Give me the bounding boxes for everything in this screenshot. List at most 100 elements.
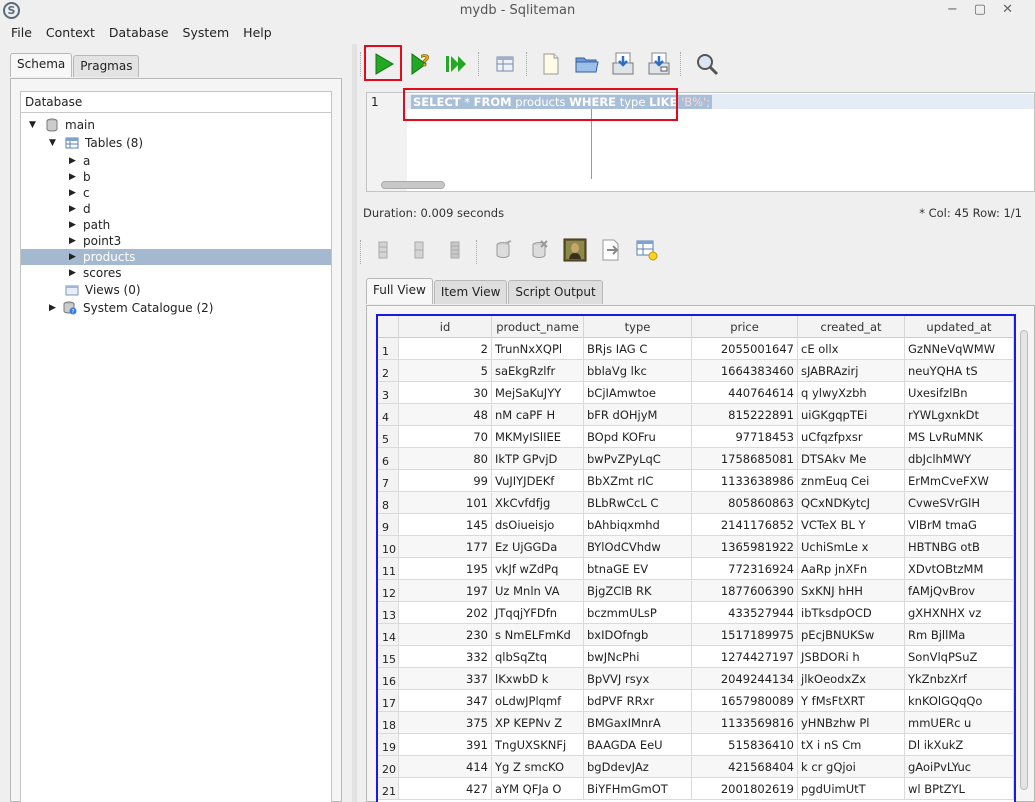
cell-type[interactable]: BYlOdCVhdw bbox=[584, 536, 692, 558]
row-number-header[interactable] bbox=[378, 316, 399, 338]
cell-created-at[interactable]: UchiSmLe x bbox=[798, 536, 905, 558]
cell-type[interactable]: bczmmULsP bbox=[584, 602, 692, 624]
cell-product-name[interactable]: Uz Mnln VA bbox=[492, 580, 584, 602]
save-file-button[interactable] bbox=[606, 48, 640, 80]
cell-type[interactable]: bgDdevJAz bbox=[584, 756, 692, 778]
cell-id[interactable]: 414 bbox=[399, 756, 492, 778]
explain-button[interactable]: ? bbox=[404, 48, 438, 80]
cell-created-at[interactable]: VCTeX BL Y bbox=[798, 514, 905, 536]
table-row[interactable]: 16 337 lKxwbD k BpVVJ rsyx 2049244134 jlkOeod… bbox=[378, 668, 1014, 690]
cell-id[interactable]: 48 bbox=[399, 404, 492, 426]
cell-product-name[interactable]: Yg Z smcKO bbox=[492, 756, 584, 778]
cell-id[interactable]: 70 bbox=[399, 426, 492, 448]
collapsed-arrow-icon[interactable]: ▶ bbox=[69, 217, 76, 233]
scrollbar-thumb[interactable] bbox=[1020, 330, 1028, 790]
create-table-button[interactable] bbox=[632, 235, 662, 265]
tree-item-table-b[interactable]: ▶ b bbox=[21, 169, 331, 185]
tab-script-output[interactable]: Script Output bbox=[508, 280, 603, 304]
cell-type[interactable]: bxIDOfngb bbox=[584, 624, 692, 646]
cell-product-name[interactable]: qlbSqZtq bbox=[492, 646, 584, 668]
tree-item-table-a[interactable]: ▶ a bbox=[21, 153, 331, 169]
export-button[interactable] bbox=[596, 235, 626, 265]
cell-product-name[interactable]: s NmELFmKd bbox=[492, 624, 584, 646]
row-number[interactable]: 3 bbox=[378, 382, 399, 404]
tree-item-tables[interactable]: ▼ Tables (8) bbox=[21, 135, 331, 151]
cell-created-at[interactable]: DTSAkv Me bbox=[798, 448, 905, 470]
cell-type[interactable]: BLbRwCcL C bbox=[584, 492, 692, 514]
cell-created-at[interactable]: q ylwyXzbh bbox=[798, 382, 905, 404]
collapsed-arrow-icon[interactable]: ▶ bbox=[69, 201, 76, 217]
collapsed-arrow-icon[interactable]: ▶ bbox=[69, 233, 76, 249]
cell-product-name[interactable]: XP KEPNv Z bbox=[492, 712, 584, 734]
cell-updated-at[interactable]: rYWLgxnkDt bbox=[905, 404, 1014, 426]
cell-id[interactable]: 230 bbox=[399, 624, 492, 646]
table-row[interactable]: 19 391 TngUXSKNFj BAAGDA EeU 515836410 tX i n… bbox=[378, 734, 1014, 756]
tab-item-view[interactable]: Item View bbox=[433, 280, 508, 304]
cell-id[interactable]: 177 bbox=[399, 536, 492, 558]
cell-updated-at[interactable]: gXHXNHX vz bbox=[905, 602, 1014, 624]
cell-id[interactable]: 427 bbox=[399, 778, 492, 800]
cell-updated-at[interactable]: CvweSVrGlH bbox=[905, 492, 1014, 514]
cell-id[interactable]: 101 bbox=[399, 492, 492, 514]
cell-price[interactable]: 772316924 bbox=[692, 558, 798, 580]
minimize-button[interactable]: − bbox=[947, 2, 974, 17]
row-number[interactable]: 15 bbox=[378, 646, 399, 668]
table-row[interactable]: 18 375 XP KEPNv Z BMGaxIMnrA 1133569816 yHNBz… bbox=[378, 712, 1014, 734]
tree-item-system-catalogue[interactable]: ▶ ? System Catalogue (2) bbox=[21, 300, 331, 316]
search-button[interactable] bbox=[690, 48, 724, 80]
cell-id[interactable]: 337 bbox=[399, 668, 492, 690]
cell-price[interactable]: 515836410 bbox=[692, 734, 798, 756]
cell-id[interactable]: 99 bbox=[399, 470, 492, 492]
cell-product-name[interactable]: VuJIYJDEKf bbox=[492, 470, 584, 492]
cell-type[interactable]: BMGaxIMnrA bbox=[584, 712, 692, 734]
table-row[interactable]: 17 347 oLdwJPlqmf bdPVF RRxr 1657980089 Y fMs… bbox=[378, 690, 1014, 712]
row-number[interactable]: 5 bbox=[378, 426, 399, 448]
grid-vertical-scrollbar[interactable] bbox=[1018, 316, 1030, 802]
cell-price[interactable]: 815222891 bbox=[692, 404, 798, 426]
cell-product-name[interactable]: oLdwJPlqmf bbox=[492, 690, 584, 712]
row-number[interactable]: 11 bbox=[378, 558, 399, 580]
maximize-button[interactable]: ▢ bbox=[974, 2, 1002, 17]
cell-updated-at[interactable]: UxesifzlBn bbox=[905, 382, 1014, 404]
cell-type[interactable]: BRjs IAG C bbox=[584, 338, 692, 360]
toolbar-handle[interactable] bbox=[360, 240, 362, 264]
cell-product-name[interactable]: saEkgRzlfr bbox=[492, 360, 584, 382]
cell-id[interactable]: 332 bbox=[399, 646, 492, 668]
cell-updated-at[interactable]: SonVlqPSuZ bbox=[905, 646, 1014, 668]
cell-type[interactable]: bblaVg lkc bbox=[584, 360, 692, 382]
commit-button[interactable] bbox=[488, 235, 518, 265]
row-number[interactable]: 20 bbox=[378, 756, 399, 778]
cell-id[interactable]: 145 bbox=[399, 514, 492, 536]
cell-price[interactable]: 2001802619 bbox=[692, 778, 798, 800]
cell-type[interactable]: BbXZmt rIC bbox=[584, 470, 692, 492]
tree-header[interactable]: Database bbox=[21, 92, 331, 113]
table-row[interactable]: 12 197 Uz Mnln VA BjgZClB RK 1877606390 SxKNJ… bbox=[378, 580, 1014, 602]
cell-price[interactable]: 1664383460 bbox=[692, 360, 798, 382]
cell-updated-at[interactable]: wl BPtZYL bbox=[905, 778, 1014, 800]
cell-updated-at[interactable]: HBTNBG otB bbox=[905, 536, 1014, 558]
cell-id[interactable]: 195 bbox=[399, 558, 492, 580]
row-number[interactable]: 6 bbox=[378, 448, 399, 470]
scrollbar-thumb[interactable] bbox=[381, 181, 445, 189]
cell-id[interactable]: 375 bbox=[399, 712, 492, 734]
cell-price[interactable]: 421568404 bbox=[692, 756, 798, 778]
cell-updated-at[interactable]: fAMjQvBrov bbox=[905, 580, 1014, 602]
collapsed-arrow-icon[interactable]: ▶ bbox=[69, 153, 76, 169]
cell-created-at[interactable]: jlkOeodxZx bbox=[798, 668, 905, 690]
cell-product-name[interactable]: TrunNxXQPl bbox=[492, 338, 584, 360]
cell-price[interactable]: 1657980089 bbox=[692, 690, 798, 712]
row-number[interactable]: 18 bbox=[378, 712, 399, 734]
row-number[interactable]: 12 bbox=[378, 580, 399, 602]
cell-updated-at[interactable]: VlBrM tmaG bbox=[905, 514, 1014, 536]
cell-created-at[interactable]: cE ollx bbox=[798, 338, 905, 360]
rollback-button[interactable] bbox=[524, 235, 554, 265]
column-header-price[interactable]: price bbox=[692, 316, 798, 338]
cell-type[interactable]: bwJNcPhi bbox=[584, 646, 692, 668]
cell-price[interactable]: 1758685081 bbox=[692, 448, 798, 470]
expanded-arrow-icon[interactable]: ▼ bbox=[49, 135, 56, 151]
cell-product-name[interactable]: MejSaKuJYY bbox=[492, 382, 584, 404]
tab-pragmas[interactable]: Pragmas bbox=[73, 55, 140, 77]
row-number[interactable]: 9 bbox=[378, 514, 399, 536]
table-row[interactable]: 13 202 JTqqjYFDfn bczmmULsP 433527944 ibTksdp… bbox=[378, 602, 1014, 624]
row-number[interactable]: 14 bbox=[378, 624, 399, 646]
